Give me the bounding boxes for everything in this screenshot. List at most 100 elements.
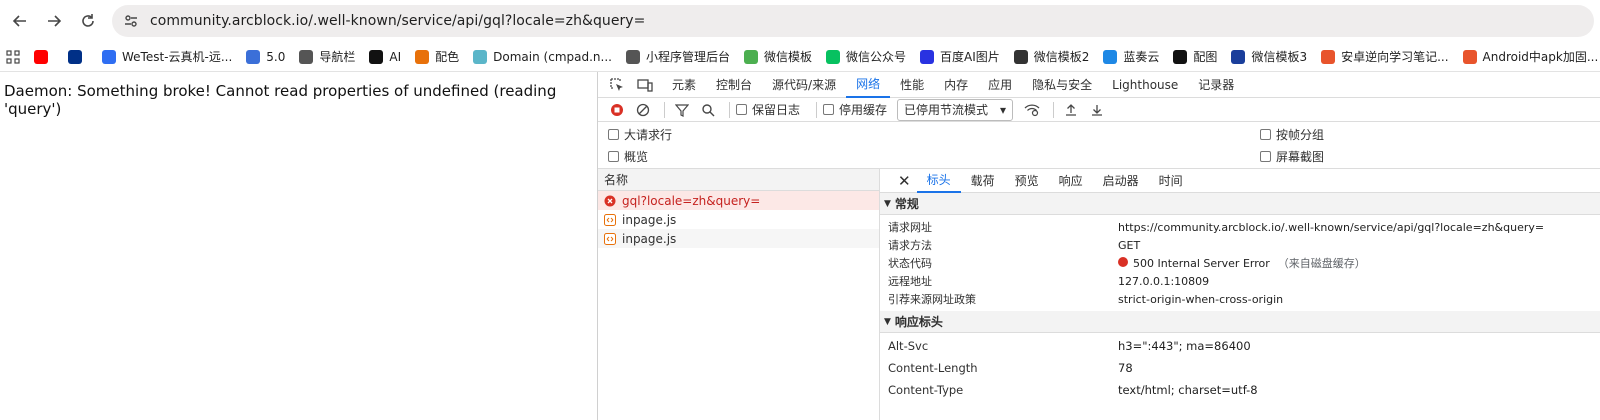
bookmark-item[interactable]: 蓝奏云 (1103, 48, 1159, 65)
bookmark-item[interactable] (34, 49, 54, 64)
general-section-header[interactable]: ▼ 常规 (880, 193, 1600, 215)
bookmark-label: 小程序管理后台 (645, 50, 730, 64)
device-toolbar-button[interactable] (634, 74, 656, 96)
palette-icon (415, 49, 430, 64)
header-row: 请求网址 https://community.arcblock.io/.well-… (880, 218, 1600, 236)
c-icon (1321, 49, 1336, 64)
overview-checkbox[interactable]: 概览 (608, 148, 648, 165)
devtools-tab[interactable]: 内存 (934, 72, 978, 98)
bookmark-label: 5.0 (266, 49, 286, 64)
devtools-tab[interactable]: 元素 (662, 72, 706, 98)
screenshots-checkbox[interactable]: 屏幕截图 (1260, 148, 1324, 165)
filter-button[interactable] (671, 99, 693, 121)
bookmark-item[interactable]: 微信模板 (743, 48, 812, 65)
request-rows: gql?locale=zh&query= inpage.js inpage.js (598, 191, 879, 248)
export-har-button[interactable] (1086, 99, 1108, 121)
bookmark-item[interactable]: 安卓逆向学习笔记... (1321, 48, 1449, 65)
request-row[interactable]: gql?locale=zh&query= (598, 191, 879, 210)
search-button[interactable] (697, 99, 719, 121)
preserve-log-checkbox[interactable]: 保留日志 (736, 101, 800, 118)
clear-button[interactable] (632, 99, 654, 121)
devtools-tab[interactable]: 源代码/来源 (762, 72, 846, 98)
network-main: 名称 gql?locale=zh&query= inpage.js inpage.j… (598, 169, 1600, 420)
devtools-tab[interactable]: 网络 (846, 72, 891, 98)
bookmark-item[interactable]: 微信公众号 (826, 48, 906, 65)
network-conditions-button[interactable] (1021, 99, 1043, 121)
search-icon (702, 103, 715, 116)
devtools-tab[interactable]: Lighthouse (1102, 72, 1188, 98)
bookmark-item[interactable]: 配色 (415, 48, 459, 65)
devtools-tab[interactable]: 记录器 (1188, 72, 1244, 98)
detail-tab[interactable]: 时间 (1149, 169, 1193, 193)
url-text[interactable]: community.arcblock.io/.well-known/servic… (150, 13, 645, 29)
bookmark-item[interactable]: 微信模板3 (1231, 48, 1307, 65)
checkbox-box[interactable] (736, 104, 747, 115)
bookmark-label: 百度AI图片 (940, 50, 1000, 64)
large-rows-checkbox[interactable]: 大请求行 (608, 126, 672, 143)
address-bar[interactable]: community.arcblock.io/.well-known/servic… (112, 5, 1594, 37)
throttling-select[interactable]: 已停用节流模式 ▾ (897, 98, 1014, 121)
header-row: 引荐来源网址政策 strict-origin-when-cross-origin (880, 290, 1600, 308)
script-file-icon (604, 232, 616, 245)
bookmark-item[interactable]: AI (369, 49, 401, 64)
name-column-header[interactable]: 名称 (598, 169, 879, 191)
devtools-tab[interactable]: 隐私与安全 (1022, 72, 1102, 98)
detail-tab[interactable]: 启动器 (1093, 169, 1149, 193)
reload-button[interactable] (74, 7, 102, 35)
bookmark-item[interactable]: 配图 (1173, 48, 1217, 65)
checkbox-box[interactable] (1260, 150, 1271, 162)
group-by-frame-checkbox[interactable]: 按帧分组 (1260, 126, 1324, 143)
devtools-tab[interactable]: 应用 (978, 72, 1022, 98)
record-button[interactable] (606, 99, 628, 121)
youtube-icon (34, 49, 48, 64)
checkbox-box[interactable] (608, 150, 619, 162)
bookmark-item[interactable]: 导航栏 (299, 48, 355, 65)
header-key: 请求方法 (888, 239, 932, 252)
close-detail-button[interactable]: ✕ (892, 169, 917, 193)
detail-tab[interactable]: 标头 (916, 169, 961, 193)
checkbox-box[interactable] (608, 128, 619, 140)
bookmark-label: Android中apk加固... (1482, 50, 1599, 64)
request-row[interactable]: inpage.js (598, 229, 879, 248)
detail-tab[interactable]: 响应 (1049, 169, 1093, 193)
header-key: 状态代码 (888, 257, 932, 270)
header-row: 状态代码 500 Internal Server Error （来自磁盘缓存） (880, 254, 1600, 272)
checkbox-box[interactable] (1260, 128, 1271, 140)
inspect-element-button[interactable] (606, 74, 628, 96)
header-key: 请求网址 (888, 221, 932, 234)
download-icon (1092, 104, 1103, 116)
import-har-button[interactable] (1060, 99, 1082, 121)
site-info-button[interactable] (120, 10, 142, 32)
apps-button[interactable] (6, 49, 20, 64)
header-key: Content-Length (888, 361, 978, 375)
request-row[interactable]: inpage.js (598, 210, 879, 229)
bookmark-item[interactable] (68, 49, 88, 64)
bookmark-item[interactable]: 小程序管理后台 (625, 48, 730, 65)
checkbox-box[interactable] (823, 104, 835, 115)
devtools-tabs: 元素 控制台 源代码/来源 网络 性能 内存 应用 隐私与安全 Lighthouse 记录器 (598, 72, 1600, 98)
wetest-icon (102, 49, 116, 64)
bookmark-label: 配色 (435, 50, 460, 64)
disable-cache-checkbox[interactable]: 停用缓存 (823, 101, 887, 118)
response-headers-section-header[interactable]: ▼ 响应标头 (880, 311, 1600, 333)
forward-button[interactable] (40, 7, 68, 35)
bookmark-item[interactable]: 百度AI图片 (920, 48, 1000, 65)
filter-icon (675, 103, 689, 117)
devtools-tab[interactable]: 控制台 (706, 72, 762, 98)
globe-icon (299, 49, 314, 64)
back-button[interactable] (6, 7, 34, 35)
detail-tab[interactable]: 预览 (1005, 169, 1049, 193)
bookmark-item[interactable]: 微信模板2 (1013, 48, 1089, 65)
bookmark-label: Domain (cmpad.n... (493, 49, 612, 64)
bookmark-item[interactable]: WeTest-云真机-远... (102, 48, 232, 65)
toolbar-divider (1053, 101, 1055, 118)
bookmark-item[interactable]: Domain (cmpad.n... (473, 49, 612, 64)
bookmark-label: 微信模板 (763, 50, 812, 64)
wifi-settings-icon (1024, 103, 1040, 116)
detail-tab[interactable]: 载荷 (961, 169, 1005, 193)
network-options: 大请求行 按帧分组 概览 屏幕截图 (598, 122, 1600, 169)
bookmark-item[interactable]: 5.0 (246, 49, 286, 64)
devtools-tab[interactable]: 性能 (890, 72, 934, 98)
bookmark-item[interactable]: Android中apk加固... (1462, 48, 1599, 65)
record-stop-icon (611, 103, 623, 116)
